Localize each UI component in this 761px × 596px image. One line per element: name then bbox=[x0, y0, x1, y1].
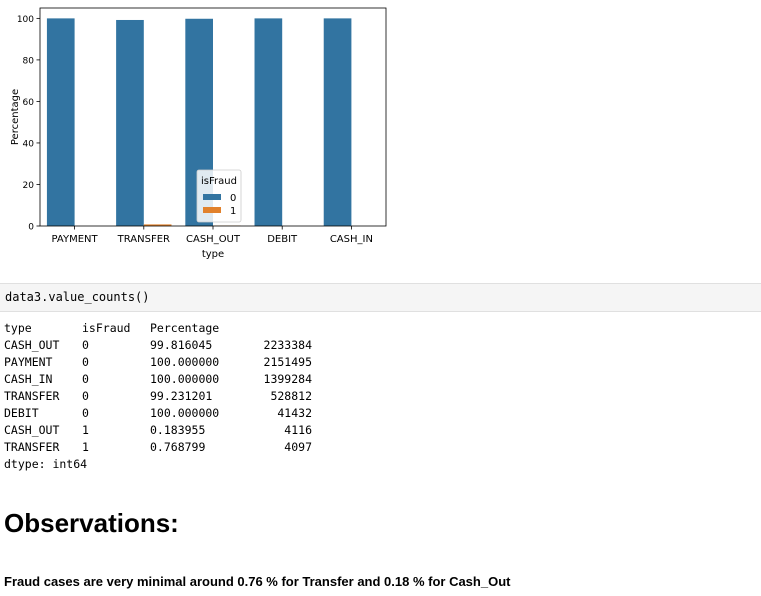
cell-count: 2151495 bbox=[263, 355, 312, 369]
cell-output: type isFraud Percentage CASH_OUT 0 99.8160… bbox=[4, 320, 312, 473]
table-row: CASH_OUT 0 99.816045 2233384 bbox=[4, 337, 312, 354]
y-tick-label: 80 bbox=[23, 56, 35, 66]
bar-cash_in-isfraud-0 bbox=[323, 18, 352, 227]
cell-percentage: 0.768799 bbox=[150, 440, 206, 454]
cell-isfraud: 0 bbox=[82, 406, 89, 420]
header-isfraud: isFraud bbox=[82, 321, 131, 335]
cell-count: 4097 bbox=[284, 440, 312, 454]
y-tick-label: 0 bbox=[28, 223, 34, 233]
header-percentage: Percentage bbox=[150, 321, 220, 335]
table-row: TRANSFER 1 0.768799 4097 bbox=[4, 439, 312, 456]
legend-swatch-0 bbox=[203, 194, 221, 200]
y-tick-label: 60 bbox=[23, 98, 35, 108]
y-tick-label: 20 bbox=[23, 181, 35, 191]
cell-type: TRANSFER bbox=[4, 440, 60, 454]
cell-percentage: 0.183955 bbox=[150, 423, 206, 437]
table-row: DEBIT 0 100.000000 41432 bbox=[4, 405, 312, 422]
output-header-row: type isFraud Percentage bbox=[4, 320, 219, 337]
output-rows: CASH_OUT 0 99.816045 2233384 PAYMENT 0 100.000… bbox=[4, 337, 312, 456]
legend-title: isFraud bbox=[201, 176, 237, 187]
cell-percentage: 99.231201 bbox=[150, 389, 213, 403]
dtype-line: dtype: int64 bbox=[4, 457, 88, 471]
table-row: PAYMENT 0 100.000000 2151495 bbox=[4, 354, 312, 371]
x-tick-label: DEBIT bbox=[267, 234, 298, 245]
cell-count: 1399284 bbox=[263, 372, 312, 386]
cell-isfraud: 1 bbox=[82, 423, 89, 437]
y-axis-label: Percentage bbox=[10, 89, 21, 145]
x-axis: PAYMENT TRANSFER CASH_OUT DEBIT CASH_IN bbox=[52, 226, 373, 245]
bar-transfer-isfraud-0 bbox=[116, 19, 144, 226]
legend-label-0: 0 bbox=[230, 193, 236, 204]
y-tick-label: 40 bbox=[23, 139, 35, 149]
cell-type: CASH_OUT bbox=[4, 338, 60, 352]
cell-isfraud: 0 bbox=[82, 389, 89, 403]
x-tick-label: CASH_OUT bbox=[186, 234, 241, 245]
code-cell[interactable]: data3.value_counts() bbox=[0, 283, 761, 312]
observations-heading: Observations: bbox=[4, 508, 179, 538]
cell-count: 2233384 bbox=[263, 338, 312, 352]
cell-percentage: 100.000000 bbox=[150, 372, 220, 386]
x-axis-label: type bbox=[202, 249, 224, 260]
cell-type: CASH_OUT bbox=[4, 423, 60, 437]
cell-isfraud: 0 bbox=[82, 372, 89, 386]
y-tick-label: 100 bbox=[17, 15, 34, 25]
output-dtype: dtype: int64 bbox=[4, 456, 87, 473]
bar-payment-isfraud-0 bbox=[46, 18, 75, 227]
x-tick-label: CASH_IN bbox=[330, 234, 373, 245]
cell-isfraud: 0 bbox=[82, 338, 89, 352]
cell-percentage: 100.000000 bbox=[150, 406, 220, 420]
header-type: type bbox=[4, 321, 32, 335]
code-cell-source: data3.value_counts() bbox=[5, 290, 150, 304]
cell-type: DEBIT bbox=[4, 406, 39, 420]
x-tick-label: PAYMENT bbox=[52, 234, 99, 245]
cell-type: CASH_IN bbox=[4, 372, 53, 386]
cell-isfraud: 1 bbox=[82, 440, 89, 454]
cell-percentage: 100.000000 bbox=[150, 355, 220, 369]
fraud-percentage-bar-chart: 0 20 40 60 80 100 PAYMENT TRANSFER CASH_OUT DEBI… bbox=[10, 7, 387, 260]
x-tick-label: TRANSFER bbox=[117, 234, 170, 245]
table-row: TRANSFER 0 99.231201 528812 bbox=[4, 388, 312, 405]
cell-type: PAYMENT bbox=[4, 355, 53, 369]
cell-isfraud: 0 bbox=[82, 355, 89, 369]
cell-type: TRANSFER bbox=[4, 389, 60, 403]
table-row: CASH_IN 0 100.000000 1399284 bbox=[4, 371, 312, 388]
legend-swatch-1 bbox=[203, 207, 221, 213]
observations-text: Fraud cases are very minimal around 0.76… bbox=[4, 574, 511, 589]
cell-percentage: 99.816045 bbox=[150, 338, 213, 352]
cell-count: 41432 bbox=[277, 406, 312, 420]
cell-count: 528812 bbox=[270, 389, 312, 403]
bar-debit-isfraud-0 bbox=[254, 18, 283, 227]
table-row: CASH_OUT 1 0.183955 4116 bbox=[4, 422, 312, 439]
cell-count: 4116 bbox=[284, 423, 312, 437]
legend: isFraud 0 1 bbox=[196, 169, 242, 223]
legend-label-1: 1 bbox=[230, 206, 236, 217]
